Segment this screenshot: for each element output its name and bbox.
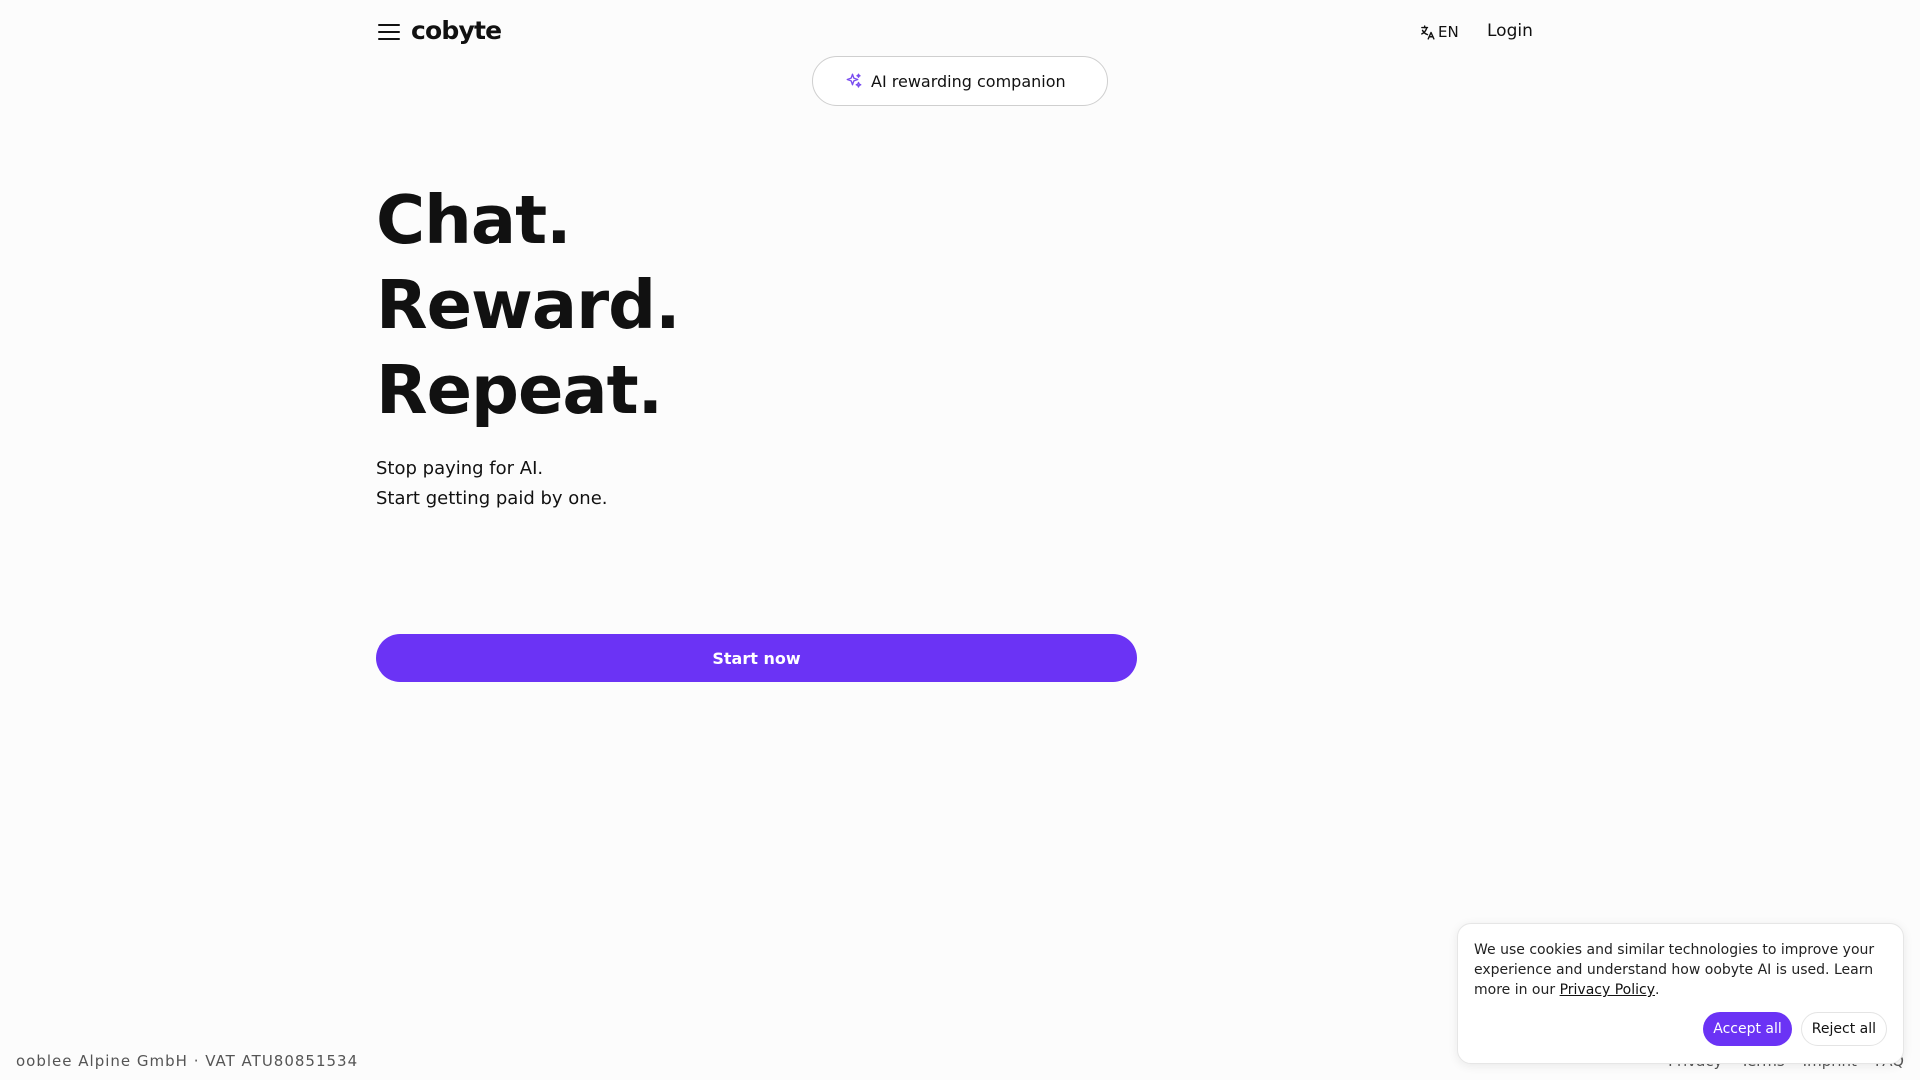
subtitle-line-2: Start getting paid by one. [376,488,608,509]
landing-page: cobyte EN Login AI rewarding companion C… [0,0,1920,1080]
login-link[interactable]: Login [1487,21,1533,41]
hero-heading: Chat. Reward. Repeat. [376,178,681,433]
sparkle-icon [846,73,862,88]
hero-line-chat: Chat. [376,181,572,259]
header: cobyte EN Login [376,14,1533,50]
reject-all-button[interactable]: Reject all [1800,1012,1887,1046]
subtitle-line-1: Stop paying for AI. [376,458,544,479]
language-selector[interactable]: EN [1419,23,1459,41]
accept-all-button[interactable]: Accept all [1703,1012,1792,1046]
company-info: ooblee Alpine GmbH · VAT ATU80851534 [16,1052,359,1070]
privacy-policy-link[interactable]: Privacy Policy [1560,982,1655,998]
cookie-actions: Accept all Reject all [1703,1012,1887,1046]
hero-line-repeat: Repeat. [376,351,663,429]
cookie-text: We use cookies and similar technologies … [1474,940,1889,1000]
badge-label: AI rewarding companion [871,71,1066,91]
hamburger-menu-icon[interactable] [378,20,402,42]
language-label: EN [1438,23,1459,41]
translate-icon [1421,24,1435,40]
ai-companion-badge[interactable]: AI rewarding companion [812,56,1108,106]
hero-subtitle: Stop paying for AI. Start getting paid b… [376,454,608,514]
logo[interactable]: cobyte [411,16,502,45]
start-now-button[interactable]: Start now [376,634,1137,682]
cookie-text-end: . [1655,982,1660,998]
hero-line-reward: Reward. [376,266,681,344]
cookie-banner: We use cookies and similar technologies … [1457,923,1904,1064]
cookie-text-body: We use cookies and similar technologies … [1474,942,1875,998]
